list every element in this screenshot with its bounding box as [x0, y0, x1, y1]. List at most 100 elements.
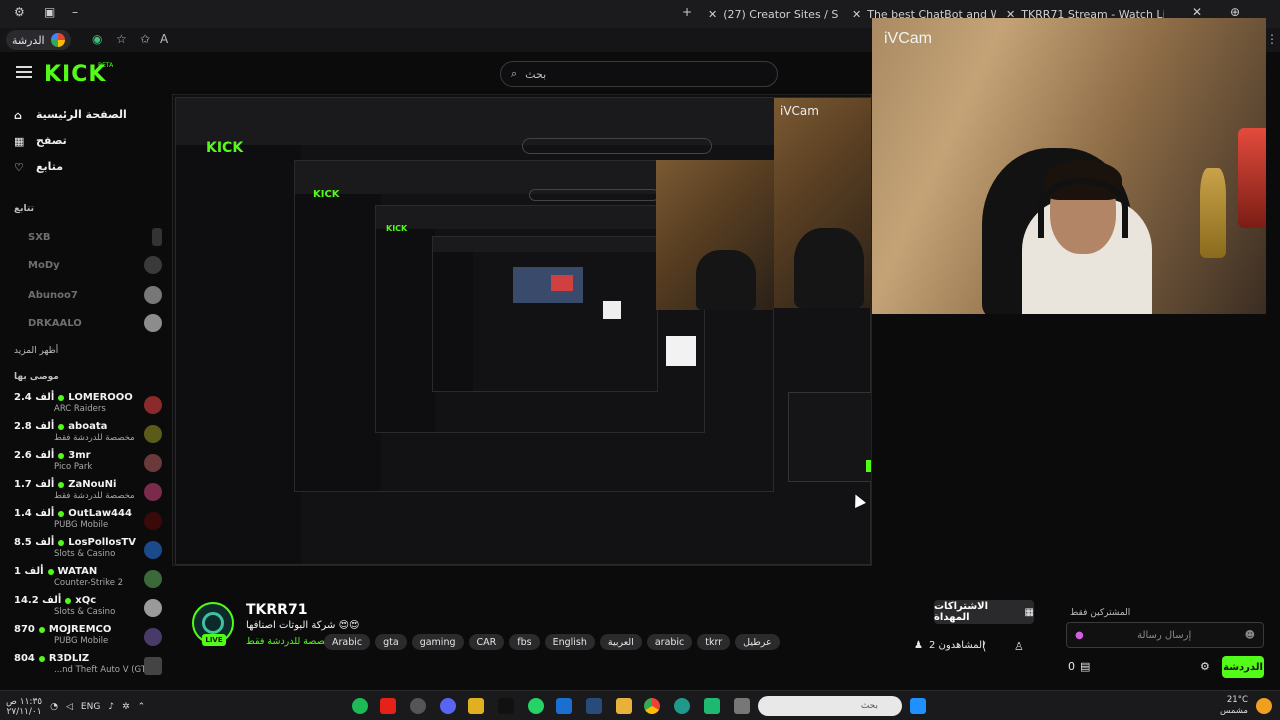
app-green-icon[interactable]	[704, 698, 720, 714]
streamer-name[interactable]: TKRR71	[246, 602, 307, 618]
video-player[interactable]: KICK KICK KICK iVCam	[172, 94, 872, 566]
spotify-icon[interactable]	[352, 698, 368, 714]
channel-item[interactable]: SXB	[28, 228, 162, 246]
close-icon[interactable]: ✕	[852, 8, 861, 21]
live-dot-icon	[58, 539, 65, 546]
avatar	[144, 256, 162, 274]
emoji-icon[interactable]: ●	[1075, 630, 1084, 641]
tag[interactable]: CAR	[468, 634, 505, 650]
live-channel-item[interactable]: 1 ألف WATAN Counter-Strike 2	[14, 566, 162, 594]
bluetooth-icon: ✲	[122, 702, 130, 712]
live-channel-item[interactable]: 1.7 ألف ZaNouNi مخصصة للدردشة فقط	[14, 479, 162, 507]
wifi-icon: ◔	[50, 702, 58, 712]
bookmark-icon[interactable]: ☆	[116, 32, 127, 46]
obs-icon[interactable]	[410, 698, 426, 714]
channel-item[interactable]: Abunoo7	[28, 286, 162, 304]
language-indicator[interactable]: ENG	[81, 702, 100, 712]
webcam-label: iVCam	[884, 30, 933, 47]
tag[interactable]: عرطيل	[735, 634, 780, 650]
weather-widget[interactable]: 21°C مشمس	[1220, 695, 1248, 717]
search-input[interactable]: ⌕ بحث	[500, 61, 778, 87]
tag-list: Arabic gta gaming CAR fbs English العربي…	[324, 634, 780, 650]
edge-icon[interactable]	[674, 698, 690, 714]
extension-icon[interactable]: ◉	[92, 32, 102, 46]
live-channel-item[interactable]: 2.8 ألف aboata مخصصة للدردشة فقط	[14, 421, 162, 449]
close-window-icon[interactable]: ✕	[1192, 5, 1202, 19]
avatar	[144, 286, 162, 304]
chat-send-button[interactable]: الدردشة	[1222, 656, 1264, 678]
tag[interactable]: fbs	[509, 634, 540, 650]
share-icon[interactable]: ⟨	[982, 640, 986, 653]
live-channel-item[interactable]: 2.4 ألف LOMEROOO ARC Raiders	[14, 392, 162, 420]
tiktok-icon[interactable]	[498, 698, 514, 714]
youtube-icon[interactable]	[380, 698, 396, 714]
live-channel-item[interactable]: 14.2 ألف xQc Slots & Casino	[14, 595, 162, 623]
store-icon[interactable]	[556, 698, 572, 714]
tab-streamlabs[interactable]: ✕ (27) Creator Sites / Streamlabs	[708, 4, 838, 24]
star-icon[interactable]: ✩	[140, 32, 150, 46]
tag[interactable]: Arabic	[324, 634, 371, 650]
gifted-subs-button[interactable]: الاشتراكات المهداة ▦	[934, 600, 1034, 624]
folder-icon[interactable]	[616, 698, 632, 714]
tag[interactable]: gaming	[411, 634, 464, 650]
subscribers-only-label: المشتركين فقط	[1070, 608, 1131, 618]
avatar	[144, 483, 162, 501]
live-channel-item[interactable]: 870 MOJREMCO PUBG Mobile	[14, 624, 162, 652]
gift-icon[interactable]: ▤	[1080, 660, 1090, 673]
settings-icon[interactable]: ⚙	[1200, 660, 1210, 673]
minimize-icon[interactable]: –	[72, 5, 78, 19]
close-icon[interactable]: ✕	[708, 8, 717, 21]
tag[interactable]: gta	[375, 634, 407, 650]
channel-item[interactable]: DRKAALO	[28, 314, 162, 332]
sidebar-item-home[interactable]: ⌂ الصفحة الرئيسية	[14, 108, 127, 122]
tag[interactable]: العربية	[599, 634, 642, 650]
add-tab-icon[interactable]: +	[682, 5, 692, 19]
steam-icon[interactable]	[586, 698, 602, 714]
volume-icon[interactable]: ◁	[66, 702, 73, 712]
whatsapp-icon[interactable]	[528, 698, 544, 714]
follow-icon[interactable]: ♙	[1014, 640, 1024, 653]
avatar	[144, 454, 162, 472]
live-channel-item[interactable]: 2.6 ألف 3mr Pico Park	[14, 450, 162, 478]
avatar	[152, 228, 162, 246]
menu-dots-icon[interactable]: ⋮	[1266, 32, 1278, 46]
tag[interactable]: tkrr	[697, 634, 731, 650]
smile-icon[interactable]: ☻	[1245, 630, 1255, 641]
avatar	[144, 657, 162, 675]
sun-icon	[1256, 698, 1272, 714]
channel-item[interactable]: MoDy	[28, 256, 162, 274]
tray-overflow-icon[interactable]: ⌃	[138, 702, 146, 712]
translate-icon[interactable]: A	[160, 32, 168, 46]
live-channel-item[interactable]: 1.4 ألف OutLaw444 PUBG Mobile	[14, 508, 162, 536]
tag[interactable]: English	[544, 634, 595, 650]
sidebar-item-browse[interactable]: ▦ تصفح	[14, 134, 67, 148]
show-more-link[interactable]: أظهر المزيد	[14, 346, 58, 356]
chat-input[interactable]: ● إرسال رسالة ☻	[1066, 622, 1264, 648]
points-counter: 0	[1068, 660, 1075, 673]
live-channel-item[interactable]: 804 R3DLIZ ...nd Theft Auto V (GTA)	[14, 653, 162, 681]
app-icon[interactable]	[468, 698, 484, 714]
menu-icon[interactable]	[16, 66, 32, 78]
live-dot-icon	[38, 655, 45, 662]
sidebar-item-following[interactable]: ♡ متابع	[14, 160, 63, 174]
live-dot-icon	[38, 626, 45, 633]
window-icon[interactable]: ▣	[44, 5, 55, 19]
windows-start-icon[interactable]	[910, 698, 926, 714]
chrome-icon[interactable]	[644, 698, 660, 714]
home-icon: ⌂	[14, 108, 22, 122]
google-icon	[50, 33, 65, 47]
discord-icon[interactable]	[440, 698, 456, 714]
settings-icon[interactable]: ⚙	[14, 5, 25, 19]
globe-icon[interactable]: ⊕	[1230, 5, 1240, 19]
stream-title: شركة البوتات اصنافها 😍😍	[246, 620, 360, 631]
task-view-icon[interactable]	[734, 698, 750, 714]
clock-time: ١١:٣٥ ص	[6, 697, 43, 707]
live-channel-item[interactable]: 8.5 ألف LosPollosTV Slots & Casino	[14, 537, 162, 565]
viewer-count: ♟ المشاهدون 2	[914, 640, 985, 651]
profile-button[interactable]: الدرشة	[6, 30, 71, 50]
stream-category[interactable]: مخصصة للدردشة فقط	[246, 636, 336, 647]
recommended-heading: موصى بها	[14, 372, 59, 382]
tag[interactable]: arabic	[646, 634, 693, 650]
webcam-overlay: iVCam	[872, 18, 1266, 314]
taskbar-search[interactable]: بحث	[758, 696, 902, 716]
